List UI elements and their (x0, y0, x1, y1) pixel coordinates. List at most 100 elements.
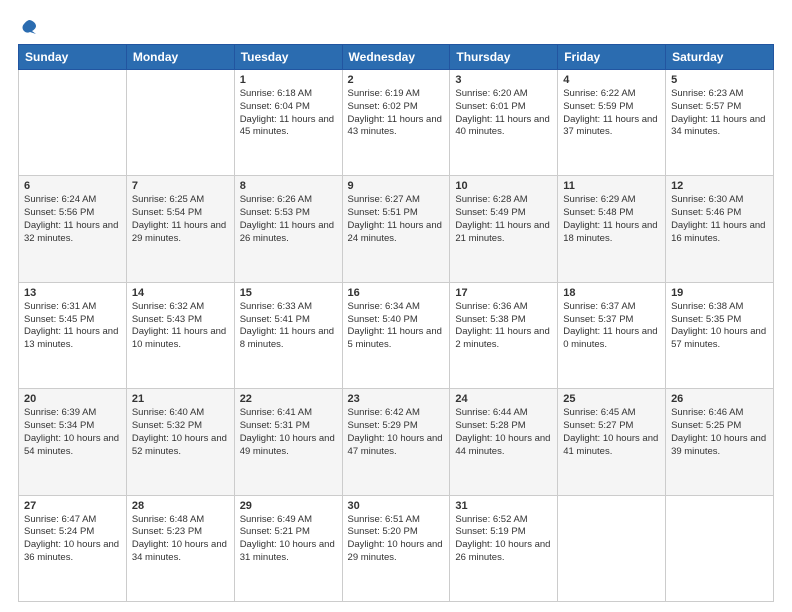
day-number: 5 (671, 74, 768, 86)
day-info: Sunset: 6:01 PM (455, 101, 552, 114)
day-info: Sunrise: 6:27 AM (348, 194, 445, 207)
day-info: Sunrise: 6:19 AM (348, 88, 445, 101)
calendar-day-cell: 8Sunrise: 6:26 AMSunset: 5:53 PMDaylight… (234, 176, 342, 282)
calendar-day-cell: 11Sunrise: 6:29 AMSunset: 5:48 PMDayligh… (558, 176, 666, 282)
calendar-day-cell: 1Sunrise: 6:18 AMSunset: 6:04 PMDaylight… (234, 70, 342, 176)
calendar-day-cell: 12Sunrise: 6:30 AMSunset: 5:46 PMDayligh… (666, 176, 774, 282)
day-number: 24 (455, 393, 552, 405)
day-info: Sunrise: 6:46 AM (671, 407, 768, 420)
day-info: Sunrise: 6:23 AM (671, 88, 768, 101)
day-info: Daylight: 11 hours and 18 minutes. (563, 220, 660, 246)
calendar-day-cell: 9Sunrise: 6:27 AMSunset: 5:51 PMDaylight… (342, 176, 450, 282)
calendar-day-cell: 26Sunrise: 6:46 AMSunset: 5:25 PMDayligh… (666, 389, 774, 495)
day-info: Sunset: 5:27 PM (563, 420, 660, 433)
day-number: 27 (24, 500, 121, 512)
day-of-week-header: Monday (126, 45, 234, 70)
day-info: Sunset: 5:45 PM (24, 314, 121, 327)
calendar-week-row: 1Sunrise: 6:18 AMSunset: 6:04 PMDaylight… (19, 70, 774, 176)
day-info: Daylight: 10 hours and 41 minutes. (563, 433, 660, 459)
day-number: 28 (132, 500, 229, 512)
day-info: Sunset: 5:32 PM (132, 420, 229, 433)
calendar-day-cell (126, 70, 234, 176)
calendar-day-cell: 10Sunrise: 6:28 AMSunset: 5:49 PMDayligh… (450, 176, 558, 282)
day-info: Daylight: 10 hours and 34 minutes. (132, 539, 229, 565)
day-number: 14 (132, 287, 229, 299)
day-info: Sunset: 5:34 PM (24, 420, 121, 433)
day-info: Daylight: 11 hours and 45 minutes. (240, 114, 337, 140)
page: SundayMondayTuesdayWednesdayThursdayFrid… (0, 0, 792, 612)
day-number: 22 (240, 393, 337, 405)
day-number: 19 (671, 287, 768, 299)
day-info: Daylight: 11 hours and 26 minutes. (240, 220, 337, 246)
day-info: Sunrise: 6:51 AM (348, 514, 445, 527)
logo-bird-icon (20, 18, 38, 36)
calendar-day-cell: 15Sunrise: 6:33 AMSunset: 5:41 PMDayligh… (234, 282, 342, 388)
day-info: Sunset: 5:40 PM (348, 314, 445, 327)
calendar-day-cell: 19Sunrise: 6:38 AMSunset: 5:35 PMDayligh… (666, 282, 774, 388)
day-info: Sunset: 5:24 PM (24, 526, 121, 539)
header (18, 18, 774, 34)
day-info: Sunset: 6:04 PM (240, 101, 337, 114)
day-info: Daylight: 10 hours and 47 minutes. (348, 433, 445, 459)
day-info: Sunset: 5:31 PM (240, 420, 337, 433)
day-number: 4 (563, 74, 660, 86)
day-info: Sunrise: 6:45 AM (563, 407, 660, 420)
day-number: 11 (563, 180, 660, 192)
day-number: 31 (455, 500, 552, 512)
day-info: Sunset: 5:25 PM (671, 420, 768, 433)
day-info: Sunrise: 6:42 AM (348, 407, 445, 420)
day-info: Sunset: 5:43 PM (132, 314, 229, 327)
day-info: Sunrise: 6:31 AM (24, 301, 121, 314)
day-info: Sunset: 5:28 PM (455, 420, 552, 433)
day-info: Sunset: 5:56 PM (24, 207, 121, 220)
day-info: Daylight: 11 hours and 24 minutes. (348, 220, 445, 246)
calendar-day-cell: 27 Sunrise: 6:47 AMSunset: 5:24 PMDayligh… (19, 495, 127, 601)
day-info: Sunset: 5:38 PM (455, 314, 552, 327)
day-number: 12 (671, 180, 768, 192)
day-number: 21 (132, 393, 229, 405)
day-info: Daylight: 10 hours and 31 minutes. (240, 539, 337, 565)
day-of-week-header: Saturday (666, 45, 774, 70)
day-info: Sunrise: 6:22 AM (563, 88, 660, 101)
calendar-day-cell: 20Sunrise: 6:39 AMSunset: 5:34 PMDayligh… (19, 389, 127, 495)
day-info: Sunrise: 6:32 AM (132, 301, 229, 314)
day-info: Sunset: 5:49 PM (455, 207, 552, 220)
day-info: Sunset: 5:51 PM (348, 207, 445, 220)
calendar-day-cell: 4Sunrise: 6:22 AMSunset: 5:59 PMDaylight… (558, 70, 666, 176)
calendar-week-row: 13Sunrise: 6:31 AMSunset: 5:45 PMDayligh… (19, 282, 774, 388)
day-info: Sunset: 5:54 PM (132, 207, 229, 220)
day-info: Sunrise: 6:33 AM (240, 301, 337, 314)
day-info: Sunset: 5:57 PM (671, 101, 768, 114)
day-number: 13 (24, 287, 121, 299)
day-number: 16 (348, 287, 445, 299)
day-number: 30 (348, 500, 445, 512)
day-number: 18 (563, 287, 660, 299)
day-info: Sunrise: 6:38 AM (671, 301, 768, 314)
day-info: Daylight: 10 hours and 36 minutes. (24, 539, 121, 565)
day-number: 2 (348, 74, 445, 86)
day-info: Daylight: 11 hours and 13 minutes. (24, 326, 121, 352)
day-of-week-header: Friday (558, 45, 666, 70)
day-number: 25 (563, 393, 660, 405)
calendar-day-cell: 22Sunrise: 6:41 AMSunset: 5:31 PMDayligh… (234, 389, 342, 495)
calendar-day-cell: 18Sunrise: 6:37 AMSunset: 5:37 PMDayligh… (558, 282, 666, 388)
calendar-day-cell: 24Sunrise: 6:44 AMSunset: 5:28 PMDayligh… (450, 389, 558, 495)
day-info: Sunrise: 6:47 AM (24, 514, 121, 527)
calendar-day-cell: 3Sunrise: 6:20 AMSunset: 6:01 PMDaylight… (450, 70, 558, 176)
day-number: 10 (455, 180, 552, 192)
day-info: Daylight: 10 hours and 29 minutes. (348, 539, 445, 565)
day-info: Daylight: 11 hours and 5 minutes. (348, 326, 445, 352)
day-info: Daylight: 11 hours and 0 minutes. (563, 326, 660, 352)
day-info: Sunrise: 6:52 AM (455, 514, 552, 527)
calendar-table: SundayMondayTuesdayWednesdayThursdayFrid… (18, 44, 774, 602)
day-of-week-header: Thursday (450, 45, 558, 70)
day-info: Sunset: 5:41 PM (240, 314, 337, 327)
day-info: Sunset: 5:19 PM (455, 526, 552, 539)
day-number: 15 (240, 287, 337, 299)
calendar-day-cell (19, 70, 127, 176)
calendar-day-cell: 30Sunrise: 6:51 AMSunset: 5:20 PMDayligh… (342, 495, 450, 601)
day-info: Sunrise: 6:30 AM (671, 194, 768, 207)
day-info: Sunrise: 6:20 AM (455, 88, 552, 101)
day-info: Daylight: 11 hours and 40 minutes. (455, 114, 552, 140)
day-info: Daylight: 10 hours and 52 minutes. (132, 433, 229, 459)
